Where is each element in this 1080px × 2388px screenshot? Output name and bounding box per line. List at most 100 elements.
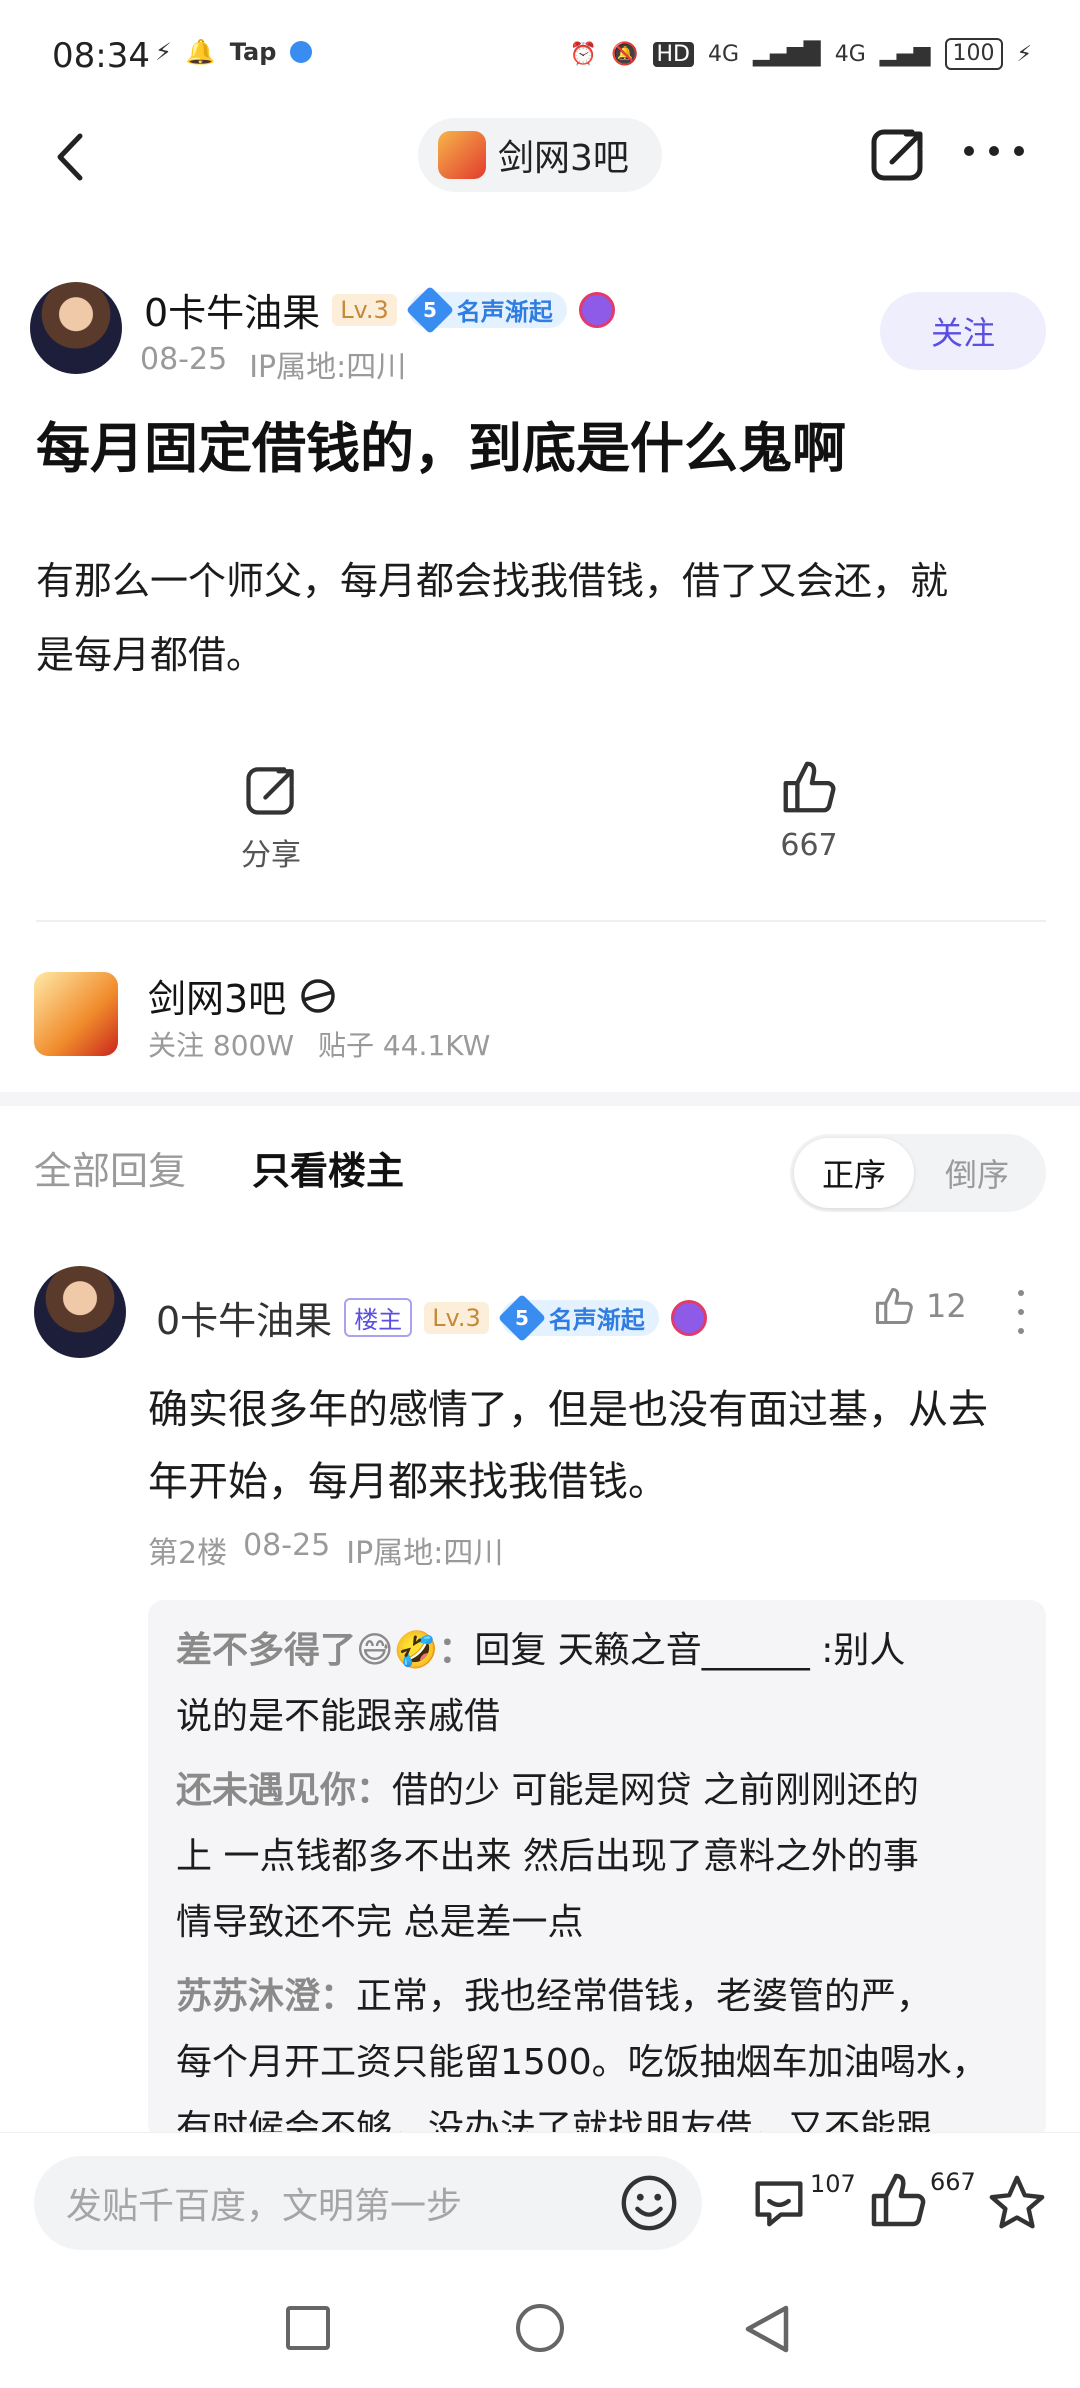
post-body: 有那么一个师父，每月都会找我借钱，借了又会还，就 是每月都借。 [36, 544, 1046, 692]
favorite-button[interactable] [986, 2172, 1048, 2238]
sort-asc-option[interactable]: 正序 [794, 1138, 914, 1208]
post-body-line: 是每月都借。 [36, 633, 265, 677]
bell-icon: 🔔 [185, 38, 216, 66]
thumbs-up-icon [871, 2173, 926, 2227]
dot-icon [1018, 1309, 1024, 1315]
sort-toggle[interactable]: 正序 倒序 [790, 1134, 1046, 1212]
forum-followers: 关注 800W [148, 1029, 295, 1062]
fame-number-icon: 5 [405, 285, 454, 334]
comment-icon [755, 2181, 803, 2227]
author-name-row: 0卡牛油果 Lv.3 5 名声渐起 [144, 282, 615, 337]
sub-replies-box[interactable]: 差不多得了😅🤣：回复 天籁之音______ :别人 说的是不能跟亲戚借 还未遇见… [148, 1600, 1046, 2140]
forum-card-title[interactable]: 剑网3吧 [148, 968, 338, 1023]
dot-icon [989, 146, 999, 156]
divider [36, 920, 1046, 922]
forum-title: 剑网3吧 [498, 138, 629, 179]
reply-like-button[interactable]: 12 [872, 1284, 967, 1328]
post-share-action[interactable]: 分享 [226, 760, 316, 874]
status-time: 08:34 [52, 36, 150, 76]
sub-reply-line: 情导致还不完 总是差一点 [176, 1902, 584, 1943]
reply-avatar[interactable] [34, 1266, 126, 1358]
back-arrow-icon [57, 133, 83, 181]
sub-reply[interactable]: 苏苏沐澄：正常，我也经常借钱，老婆管的严， 每个月开工资只能留1500。吃饭抽烟… [148, 1956, 1046, 2140]
sub-reply[interactable]: 还未遇见你：借的少 可能是网贷 之前刚刚还的 上 一点钱都多不出来 然后出现了意… [148, 1750, 1046, 1956]
reply-input[interactable]: 发贴千百度，文明第一步 [34, 2156, 702, 2250]
reply-more-button[interactable] [1018, 1290, 1028, 1334]
share-icon [246, 767, 294, 815]
reply-like-count: 12 [926, 1287, 967, 1325]
alarm-icon: ⏰ [569, 41, 598, 67]
network-1-label: 4G [708, 41, 740, 67]
system-back-button[interactable] [742, 2302, 792, 2360]
sub-reply-user[interactable]: 苏苏沐澄： [176, 1976, 356, 2017]
sub-reply-line: 说的是不能跟亲戚借 [176, 1696, 501, 1737]
reply-ip: IP属地:四川 [346, 1536, 504, 1571]
bottom-like-button[interactable]: 667 [866, 2168, 976, 2232]
signal-icon: ▂▄▆█ [753, 41, 821, 67]
post-date: 08-25 [140, 342, 228, 377]
sub-reply-user[interactable]: 差不多得了😅🤣： [176, 1630, 474, 1671]
post-body-line: 有那么一个师父，每月都会找我借钱，借了又会还，就 [36, 559, 949, 603]
author-avatar[interactable] [30, 282, 122, 374]
link-icon: ⚡ [155, 38, 172, 66]
forum-card-stats: 关注 800W 贴子 44.1KW [148, 1024, 490, 1064]
home-button[interactable] [516, 2304, 564, 2352]
fame-badge: 5 名声渐起 [497, 1293, 659, 1342]
bottom-like-count: 667 [930, 2168, 976, 2196]
medal-icon [578, 291, 615, 328]
recents-button[interactable] [286, 2306, 330, 2350]
follow-button[interactable]: 关注 [880, 292, 1046, 370]
forum-logo-icon [438, 131, 486, 179]
dot-icon [1014, 146, 1024, 156]
status-bar: 08:34 ⚡ 🔔 Tap ⏰ 🔕 HD 4G ▂▄▆█ 4G ▂▄▆ 100 … [0, 0, 1080, 120]
fame-label: 名声渐起 [548, 1306, 645, 1334]
mute-icon: 🔕 [611, 41, 639, 67]
sort-desc-option[interactable]: 倒序 [922, 1138, 1032, 1208]
tap-label: Tap [229, 38, 277, 66]
app-dot-icon [290, 41, 313, 63]
host-tag: 楼主 [344, 1298, 413, 1337]
sub-reply-line: 上 一点钱都多不出来 然后出现了意料之外的事 [176, 1836, 919, 1877]
forum-title-pill[interactable]: 剑网3吧 [418, 118, 662, 192]
fame-badge: 5 名声渐起 [405, 285, 567, 334]
level-badge: Lv.3 [332, 293, 397, 326]
share-label: 分享 [241, 838, 301, 873]
hd-label: HD [652, 41, 694, 67]
emoji-icon [621, 2175, 677, 2231]
post-ip: IP属地:四川 [249, 350, 407, 385]
post-title: 每月固定借钱的，到底是什么鬼啊 [36, 417, 846, 480]
star-icon [989, 2175, 1045, 2229]
sub-reply-user[interactable]: 还未遇见你： [176, 1770, 392, 1811]
system-nav-bar [0, 2262, 1080, 2388]
forum-card-name: 剑网3吧 [148, 977, 287, 1021]
more-options-button[interactable] [964, 146, 1024, 162]
sub-reply-line: 还未遇见你：借的少 可能是网贷 之前刚刚还的 [176, 1770, 919, 1811]
fame-number-icon: 5 [497, 1293, 546, 1342]
reply-line: 年开始，每月都来找我借钱。 [148, 1459, 668, 1505]
tab-host-only[interactable]: 只看楼主 [252, 1140, 404, 1195]
reply-meta: 第2楼 08-25 IP属地:四川 [148, 1528, 503, 1572]
battery-indicator: 100 [944, 38, 1003, 70]
author-name[interactable]: 0卡牛油果 [144, 282, 320, 337]
author-meta: 08-25 IP属地:四川 [140, 342, 406, 386]
fame-label: 名声渐起 [456, 298, 553, 326]
post-like-action[interactable]: 667 [764, 756, 854, 863]
comments-button[interactable]: 107 [748, 2170, 856, 2232]
share-icon [871, 129, 923, 181]
reply-header: 0卡牛油果 楼主 Lv.3 5 名声渐起 [156, 1290, 707, 1345]
share-button[interactable] [866, 122, 930, 186]
sub-reply[interactable]: 差不多得了😅🤣：回复 天籁之音______ :别人 说的是不能跟亲戚借 [148, 1600, 1046, 1750]
charging-icon: ⚡ [1016, 41, 1032, 67]
dot-icon [964, 146, 974, 156]
emoji-button[interactable] [618, 2172, 680, 2238]
reply-input-placeholder: 发贴千百度，文明第一步 [66, 2186, 463, 2227]
forum-logo[interactable] [34, 972, 118, 1056]
triangle-back-icon [745, 2305, 789, 2353]
reply-author-name[interactable]: 0卡牛油果 [156, 1290, 332, 1345]
section-divider [0, 1092, 1080, 1106]
reply-line: 确实很多年的感情了，但是也没有面过基，从去 [148, 1387, 988, 1433]
forum-emblem-icon [301, 978, 335, 1013]
thumbs-up-icon [875, 1287, 913, 1325]
back-button[interactable] [42, 122, 112, 192]
tab-all-replies[interactable]: 全部回复 [34, 1140, 186, 1195]
